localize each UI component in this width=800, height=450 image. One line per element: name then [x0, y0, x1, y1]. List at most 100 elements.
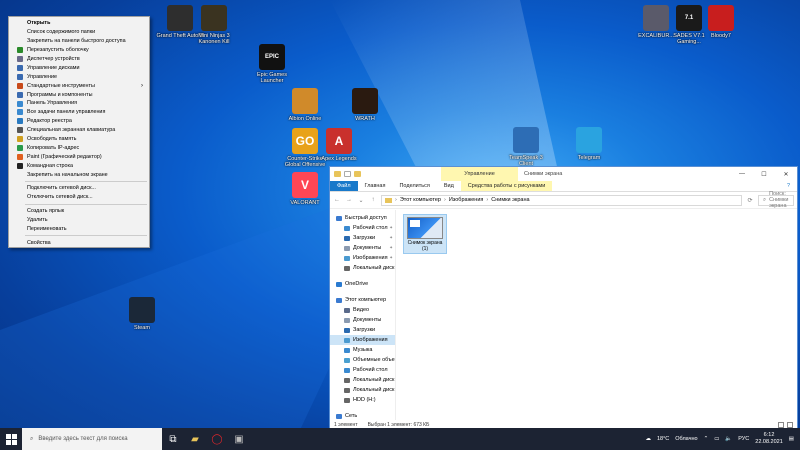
weather-desc[interactable]: Облачно	[675, 436, 697, 442]
nav-item[interactable]: Сеть	[330, 411, 395, 420]
context-menu-item[interactable]: Освободить память	[9, 135, 149, 144]
nav-item[interactable]: Документы	[330, 315, 395, 325]
properties-icon[interactable]	[344, 171, 351, 177]
desktop-shortcut[interactable]: Albion Online	[281, 88, 329, 122]
nav-item[interactable]: Рабочий стол	[330, 365, 395, 375]
nav-item[interactable]: Локальный диск (Z	[330, 263, 395, 273]
nav-item[interactable]: Этот компьютер	[330, 295, 395, 305]
desktop-shortcut[interactable]: Steam	[118, 297, 166, 331]
network-icon	[336, 413, 342, 419]
nav-item[interactable]: Загрузки	[330, 325, 395, 335]
network-icon[interactable]: ▭	[714, 436, 719, 442]
volume-icon[interactable]: 🔈	[725, 436, 732, 442]
nav-item[interactable]: Изображения ✦	[330, 253, 395, 263]
context-menu-item[interactable]: Управление дисками	[9, 63, 149, 72]
steam-icon	[129, 297, 155, 323]
context-menu-item[interactable]: Специальная экранная клавиатура	[9, 126, 149, 135]
context-menu-item[interactable]: Свойства	[9, 238, 149, 247]
close-button[interactable]: ✕	[775, 167, 797, 181]
context-menu-item[interactable]: Панель Управления	[9, 99, 149, 108]
maximize-button[interactable]: ☐	[753, 167, 775, 181]
task-view-icon[interactable]: ⧉	[162, 428, 184, 450]
clock-date: 22.08.2021	[755, 439, 783, 445]
context-menu-item[interactable]: Все задачи панели управления	[9, 108, 149, 117]
nav-item[interactable]: Загрузки ✦	[330, 233, 395, 243]
address-bar[interactable]: › Этот компьютер › Изображения › Снимки …	[381, 194, 742, 206]
breadcrumb-screenshots[interactable]: Снимки экрана	[491, 197, 529, 203]
nav-item[interactable]: Видео	[330, 305, 395, 315]
file-explorer-icon[interactable]: ▰	[184, 428, 206, 450]
up-icon[interactable]: ↑	[369, 197, 377, 203]
refresh-icon[interactable]: ⟳	[746, 197, 754, 204]
help-icon[interactable]: ?	[780, 181, 797, 191]
desktop-shortcut[interactable]: Telegram	[565, 127, 613, 161]
desktop-shortcut[interactable]: A Apex Legends	[315, 128, 363, 162]
nav-item[interactable]: Музыка	[330, 345, 395, 355]
context-menu-item[interactable]: Управление	[9, 72, 149, 81]
app-icon[interactable]: ▣	[228, 428, 250, 450]
context-menu-item[interactable]: Создать ярлык	[9, 207, 149, 216]
desktop-shortcut[interactable]: V VALORANT	[281, 172, 329, 206]
nav-item[interactable]: Локальный диск (D	[330, 385, 395, 395]
weather-temp[interactable]: 18°C	[657, 436, 669, 442]
tab-share[interactable]: Поделиться	[392, 181, 436, 191]
desktop-shortcut-label: VALORANT	[290, 200, 320, 206]
nav-item[interactable]: Локальный диск (С	[330, 375, 395, 385]
folder-icon[interactable]	[334, 171, 341, 177]
breadcrumb-pictures[interactable]: Изображения	[449, 197, 484, 203]
desktop-shortcut[interactable]: EPIC Epic Games Launcher	[248, 44, 296, 84]
context-menu-item[interactable]: Редактор реестра	[9, 117, 149, 126]
context-menu-item[interactable]: Перезапустить оболочку	[9, 46, 149, 55]
context-menu-item[interactable]: Список содержимого папки	[9, 28, 149, 37]
desktop-shortcut[interactable]: Mini Ninjas 3 Kanonen Kill	[190, 5, 238, 45]
opera-icon[interactable]: ◯	[206, 428, 228, 450]
search-input[interactable]: ⌕ Поиск: Снимки экрана	[758, 191, 794, 209]
language-indicator[interactable]: РУС	[738, 436, 749, 442]
star-icon	[336, 215, 342, 221]
breadcrumb-this-pc[interactable]: Этот компьютер	[400, 197, 441, 203]
nav-item[interactable]: OneDrive	[330, 279, 395, 289]
desktop-shortcut[interactable]: WRATH	[341, 88, 389, 122]
minimize-button[interactable]: —	[731, 167, 753, 181]
start-button[interactable]	[0, 428, 22, 450]
tab-picture-tools[interactable]: Средства работы с рисунками	[460, 181, 553, 191]
tab-file[interactable]: Файл	[330, 181, 358, 191]
pin-icon: ✦	[389, 225, 393, 230]
context-menu-item[interactable]: Paint (Графический редактор)	[9, 152, 149, 161]
context-menu-item[interactable]: Программы и компоненты	[9, 90, 149, 99]
recent-dropdown-icon[interactable]: ⌄	[357, 197, 365, 204]
desktop-shortcut-label: Steam	[134, 325, 150, 331]
context-menu-item[interactable]: Закрепить на начальном экране	[9, 170, 149, 179]
context-menu-item[interactable]: Стандартные инструменты ›	[9, 81, 149, 90]
context-menu-item[interactable]: Открыть	[9, 19, 149, 28]
tray-overflow-icon[interactable]: ⌃	[704, 436, 709, 442]
context-menu-item[interactable]: Подключить сетевой диск...	[9, 184, 149, 193]
desktop-shortcut[interactable]: TeamSpeak 3 Client	[502, 127, 550, 167]
nav-item[interactable]: Рабочий стол ✦	[330, 223, 395, 233]
nav-item[interactable]: HDD (H:)	[330, 395, 395, 405]
nav-item[interactable]: Изображения	[330, 335, 395, 345]
context-menu-item[interactable]: Переименовать	[9, 225, 149, 234]
tab-view[interactable]: Вид	[437, 181, 461, 191]
file-thumbnail[interactable]: Снимок экрана (1)	[403, 214, 447, 254]
title-bar[interactable]: Управление Снимки экрана — ☐ ✕	[330, 167, 797, 181]
file-explorer-window[interactable]: Управление Снимки экрана — ☐ ✕ Файл Глав…	[329, 166, 798, 431]
back-icon[interactable]: ←	[333, 197, 341, 203]
context-menu-item[interactable]: Командная строка	[9, 161, 149, 170]
context-menu-item[interactable]: Диспетчер устройств	[9, 55, 149, 64]
tab-home[interactable]: Главная	[358, 181, 393, 191]
desktop-shortcut[interactable]: Bloody7	[697, 5, 745, 39]
notifications-icon[interactable]: ▤	[789, 436, 794, 442]
nav-item[interactable]: Объемные объект	[330, 355, 395, 365]
context-menu-item[interactable]: Копировать IP-адрес	[9, 143, 149, 152]
context-menu-item[interactable]: Закрепить на панели быстрого доступа	[9, 37, 149, 46]
forward-icon[interactable]: →	[345, 197, 353, 203]
nav-item[interactable]: Быстрый доступ	[330, 213, 395, 223]
clock[interactable]: 6:12 22.08.2021	[755, 432, 783, 446]
nav-item[interactable]: Документы ✦	[330, 243, 395, 253]
context-menu-item[interactable]: Отключить сетевой диск...	[9, 193, 149, 202]
context-menu-item[interactable]: Удалить	[9, 216, 149, 225]
weather-icon[interactable]: ☁	[645, 436, 651, 442]
new-folder-icon[interactable]	[354, 171, 361, 177]
taskbar-search[interactable]: ⌕ Введите здесь текст для поиска	[22, 428, 162, 450]
